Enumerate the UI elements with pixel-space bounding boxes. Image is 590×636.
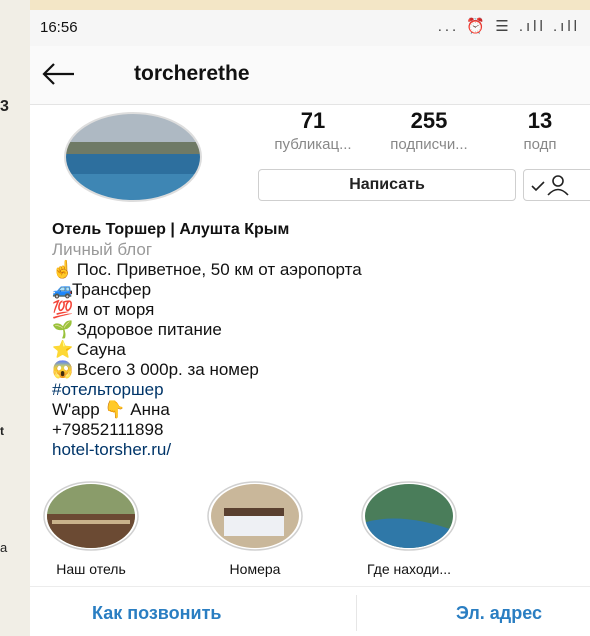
status-bar: 16:56 ... ⏰ ☰ .ıll .ıll <box>30 10 590 46</box>
stat-followers[interactable]: 255 подписчи... <box>374 108 484 153</box>
stat-following[interactable]: 13 подп <box>490 108 590 153</box>
profile-username: torcherethe <box>134 62 250 85</box>
highlight-rooms[interactable]: Номера <box>196 480 314 577</box>
highlight-our-hotel[interactable]: Наш отель <box>32 480 150 577</box>
bio-line-text: м от моря <box>76 300 155 319</box>
bio-line-text: Всего 3 000р. за номер <box>76 360 259 379</box>
stat-posts[interactable]: 71 публикац... <box>258 108 368 153</box>
posts-label: публикац... <box>274 136 352 153</box>
bio-line: 😱 Всего 3 000р. за номер <box>52 360 582 380</box>
bio-line: 🌱 Здоровое питание <box>52 320 582 340</box>
followers-count: 255 <box>410 108 448 133</box>
email-button[interactable]: Эл. адрес <box>456 603 542 624</box>
highlight-thumbnail <box>43 481 139 551</box>
highlight-thumbnail <box>207 481 303 551</box>
user-check-icon <box>531 175 569 196</box>
highlight-location[interactable]: Где находи... <box>350 480 468 577</box>
story-highlights: Наш отель Номера Где находи... <box>30 480 590 580</box>
bio-phone: +79852111898 <box>52 420 164 439</box>
bio-website-link[interactable]: hotel-torsher.ru/ <box>52 440 582 460</box>
profile-avatar[interactable] <box>63 112 203 202</box>
message-button[interactable]: Написать <box>258 169 516 201</box>
pointing-finger-icon: ☝ <box>52 260 74 279</box>
highlight-label: Наш отель <box>56 561 126 577</box>
posts-count: 71 <box>300 108 326 133</box>
phone-screen: 16:56 ... ⏰ ☰ .ıll .ıll torcherethe 71 п… <box>30 10 590 636</box>
seedling-icon: 🌱 <box>52 320 74 339</box>
actions-divider <box>356 595 357 631</box>
highlight-label: Номера <box>229 561 281 577</box>
highlight-thumbnail <box>361 481 457 551</box>
profile-header: torcherethe <box>30 46 590 105</box>
followers-label: подписчи... <box>390 136 468 153</box>
profile-bio: Отель Торшер | Алушта Крым Личный блог ☝… <box>52 220 582 460</box>
bio-line: 💯 м от моря <box>52 300 582 320</box>
bio-category: Личный блог <box>52 240 153 259</box>
scream-face-icon: 😱 <box>52 360 74 379</box>
following-label: подп <box>523 136 557 153</box>
highlight-label: Где находи... <box>367 561 451 577</box>
fragment-digit: 3 <box>0 98 9 115</box>
fragment-char: a <box>0 540 8 555</box>
background-fragment: 3 t a <box>0 0 30 636</box>
bio-line-text: Пос. Приветное, 50 км от аэропорта <box>76 260 362 279</box>
bio-name: Отель Торшер | Алушта Крым <box>52 221 290 238</box>
bio-line-text: Сауна <box>76 340 126 359</box>
bio-hashtag[interactable]: #отельторшер <box>52 380 582 400</box>
status-time: 16:56 <box>40 19 78 36</box>
bio-line: 🚙Трансфер <box>52 280 582 300</box>
following-count: 13 <box>527 108 553 133</box>
bio-line-text: Трансфер <box>72 280 152 299</box>
bio-whatsapp: W'app 👇 Анна <box>52 400 170 419</box>
bio-line: ☝ Пос. Приветное, 50 км от аэропорта <box>52 260 582 280</box>
bio-line-text: Здоровое питание <box>76 320 222 339</box>
following-button[interactable] <box>523 169 590 201</box>
contact-actions: Как позвонить Эл. адрес <box>30 586 590 636</box>
back-arrow-icon[interactable] <box>40 60 76 88</box>
bio-line: ⭐ Сауна <box>52 340 582 360</box>
fragment-letter: t <box>0 424 4 438</box>
hundred-icon: 💯 <box>52 300 74 319</box>
call-button[interactable]: Как позвонить <box>92 603 221 624</box>
car-icon: 🚙 <box>52 280 74 299</box>
status-icons: ... ⏰ ☰ .ıll .ıll <box>437 18 580 35</box>
star-icon: ⭐ <box>52 340 74 359</box>
